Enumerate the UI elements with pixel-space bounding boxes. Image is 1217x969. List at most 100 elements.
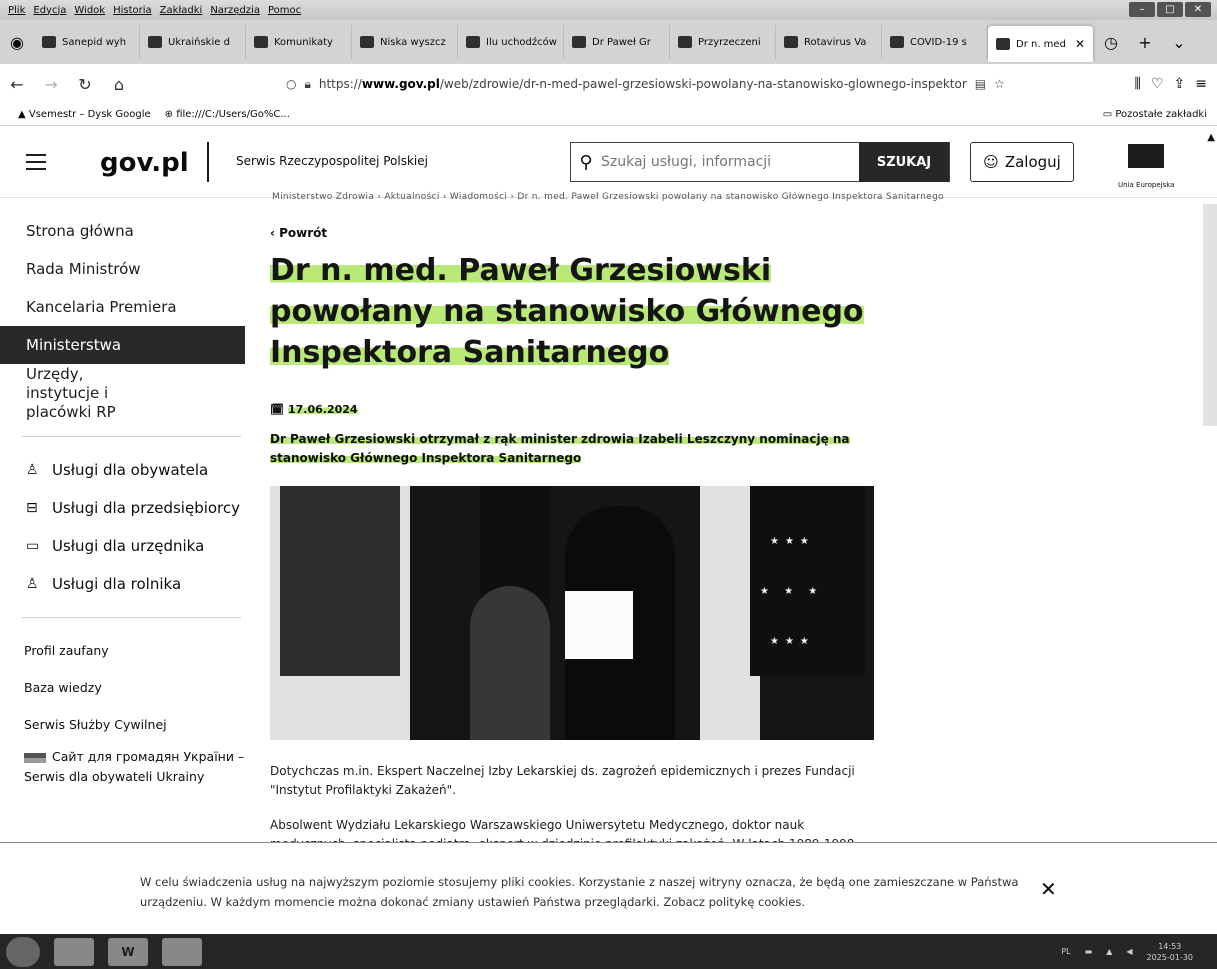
favicon-icon: [466, 36, 480, 48]
article-photo: ★★★ ★ ★ ★ ★★★: [270, 486, 874, 740]
sidebar-link-profile[interactable]: Profil zaufany: [0, 632, 245, 669]
clock[interactable]: 14:53 2025-01-30: [1147, 941, 1194, 963]
close-cookie-icon[interactable]: ✕: [1040, 877, 1057, 901]
favicon-icon: [572, 36, 586, 48]
cookie-banner: W celu świadczenia usług na najwyższym p…: [0, 842, 1217, 934]
tab[interactable]: Rotavirus Va: [776, 25, 882, 59]
tab[interactable]: Komunikaty: [246, 25, 352, 59]
site-logo[interactable]: gov.pl: [100, 148, 189, 178]
bookmark-item[interactable]: ⊕ file:///C:/Users/Go%C...: [165, 109, 290, 120]
favicon-icon: [890, 36, 904, 48]
sidebar-item-official[interactable]: ▭ Usługi dla urzędnika: [0, 527, 245, 565]
tab[interactable]: Sanepid wyh: [34, 25, 140, 59]
sidebar-item-citizen[interactable]: ♙ Usługi dla obywatela: [0, 451, 245, 489]
tab-label: Ilu uchodźców: [486, 36, 557, 48]
history-icon[interactable]: ◷: [1094, 33, 1128, 52]
close-window-icon[interactable]: ✕: [1185, 2, 1211, 17]
divider: [22, 617, 241, 618]
person-icon: ♙: [26, 576, 39, 592]
tab-bar: ◉ Sanepid wyh Ukraińskie d Komunikaty Ni…: [0, 20, 1217, 64]
menubar: Plik Edycja Widok Historia Zakładki Narz…: [0, 0, 1217, 20]
menu-view[interactable]: Widok: [74, 5, 105, 16]
app-menu-icon[interactable]: ≡: [1195, 76, 1207, 92]
bookmarks-bar: ▲ Vsemestr – Dysk Google ⊕ file:///C:/Us…: [0, 104, 1217, 126]
bookmark-item[interactable]: ▲ Vsemestr – Dysk Google: [18, 109, 151, 120]
tab-label: Niska wyszcz: [380, 36, 446, 48]
explorer-icon[interactable]: [54, 937, 94, 966]
sidebar-item-home[interactable]: Strona główna: [0, 212, 245, 250]
firefox-icon[interactable]: [162, 937, 202, 966]
pocket-icon[interactable]: ♡: [1151, 76, 1164, 92]
scrollbar[interactable]: [1203, 204, 1217, 426]
back-icon[interactable]: ←: [0, 75, 34, 94]
sidebar-link-civil-service[interactable]: Serwis Służby Cywilnej: [0, 706, 245, 743]
new-tab-icon[interactable]: +: [1128, 33, 1162, 52]
sidebar-item-ministries[interactable]: Ministerstwa: [0, 326, 245, 364]
tab[interactable]: Ilu uchodźców: [458, 25, 564, 59]
site-header: gov.pl Serwis Rzeczypospolitej Polskiej …: [0, 126, 1217, 198]
sidebar-item-business[interactable]: ⊟ Usługi dla przedsiębiorcy: [0, 489, 245, 527]
article-lead: Dr Paweł Grzesiowski otrzymał z rąk mini…: [270, 432, 850, 465]
divider: [207, 142, 209, 182]
volume-icon[interactable]: ◀: [1126, 947, 1132, 956]
sidebar-item-chancellery[interactable]: Kancelaria Premiera: [0, 288, 245, 326]
menu-history[interactable]: Historia: [113, 5, 152, 16]
eu-logo[interactable]: Unia Europejska: [1118, 144, 1174, 191]
shield-icon[interactable]: ○: [286, 77, 296, 91]
favicon-icon: [42, 36, 56, 48]
scroll-up-icon[interactable]: ▲: [1207, 132, 1215, 143]
library-icon[interactable]: ⫼: [1135, 76, 1141, 92]
back-link[interactable]: ‹ Powrót: [270, 226, 880, 240]
close-tab-icon[interactable]: ✕: [1075, 37, 1085, 51]
sidebar-item-offices[interactable]: Urzędy, instytucje i placówki RP: [0, 364, 180, 422]
other-bookmarks[interactable]: ▭ Pozostałe zakładki: [1103, 109, 1207, 120]
tab[interactable]: COVID-19 s: [882, 25, 988, 59]
tab[interactable]: Niska wyszcz: [352, 25, 458, 59]
hamburger-menu-icon[interactable]: [26, 154, 46, 175]
bookmark-star-icon[interactable]: ☆: [994, 77, 1005, 91]
tab-list-icon[interactable]: ⌄: [1162, 33, 1196, 52]
sidebar-item-council[interactable]: Rada Ministrów: [0, 250, 245, 288]
maximize-icon[interactable]: □: [1157, 2, 1183, 17]
tray-arrow-icon[interactable]: ▲: [1106, 947, 1112, 956]
lock-icon[interactable]: 🔒︎: [304, 77, 310, 92]
sidebar-link-knowledge[interactable]: Baza wiedzy: [0, 669, 245, 706]
login-button[interactable]: ☺ Zaloguj: [970, 142, 1074, 182]
breadcrumb[interactable]: Ministerstwo Zdrowia › Aktualności › Wia…: [272, 192, 944, 202]
sidebar-link-ukraine[interactable]: Сайт для громадян України –Serwis dla ob…: [0, 747, 245, 787]
keyboard-icon[interactable]: ▬: [1085, 947, 1093, 956]
menu-bookmarks[interactable]: Zakładki: [160, 5, 203, 16]
menu-tools[interactable]: Narzędzia: [210, 5, 260, 16]
person-icon: ♙: [26, 462, 39, 478]
tab-label: Sanepid wyh: [62, 36, 127, 48]
tab[interactable]: Dr Paweł Gr: [564, 25, 670, 59]
language-indicator[interactable]: PL: [1061, 947, 1070, 956]
home-icon[interactable]: ⌂: [102, 75, 136, 94]
menu-file[interactable]: Plik: [8, 5, 25, 16]
word-icon[interactable]: W: [108, 937, 148, 966]
tab[interactable]: Ukraińskie d: [140, 25, 246, 59]
start-button[interactable]: [6, 936, 40, 967]
page-content: gov.pl Serwis Rzeczypospolitej Polskiej …: [0, 126, 1217, 934]
reader-view-icon[interactable]: ▤: [975, 77, 986, 91]
firefox-view-icon[interactable]: ◉: [0, 33, 34, 52]
favicon-icon: [254, 36, 268, 48]
share-icon[interactable]: ⇪: [1174, 76, 1186, 92]
window-controls: – □ ✕: [1129, 2, 1211, 17]
tab-active[interactable]: Dr n. med ✕: [988, 26, 1094, 62]
tab-label: COVID-19 s: [910, 36, 967, 48]
taskbar: W PL ▬ ▲ ◀ 14:53 2025-01-30: [0, 934, 1217, 969]
menu-help[interactable]: Pomoc: [268, 5, 301, 16]
tab[interactable]: Przyrzeczeni: [670, 25, 776, 59]
search-button[interactable]: SZUKAJ: [859, 142, 949, 182]
search-input[interactable]: [601, 154, 851, 170]
tab-label: Komunikaty: [274, 36, 333, 48]
favicon-icon: [996, 38, 1010, 50]
sidebar-item-farmer[interactable]: ♙ Usługi dla rolnika: [0, 565, 245, 603]
menu-edit[interactable]: Edycja: [33, 5, 66, 16]
reload-icon[interactable]: ↻: [68, 75, 102, 94]
url-bar[interactable]: ○ 🔒︎ https://www.gov.pl/web/zdrowie/dr-n…: [286, 69, 1016, 99]
minimize-icon[interactable]: –: [1129, 2, 1155, 17]
navigation-bar: ← → ↻ ⌂ ○ 🔒︎ https://www.gov.pl/web/zdro…: [0, 64, 1217, 104]
forward-icon[interactable]: →: [34, 75, 68, 94]
